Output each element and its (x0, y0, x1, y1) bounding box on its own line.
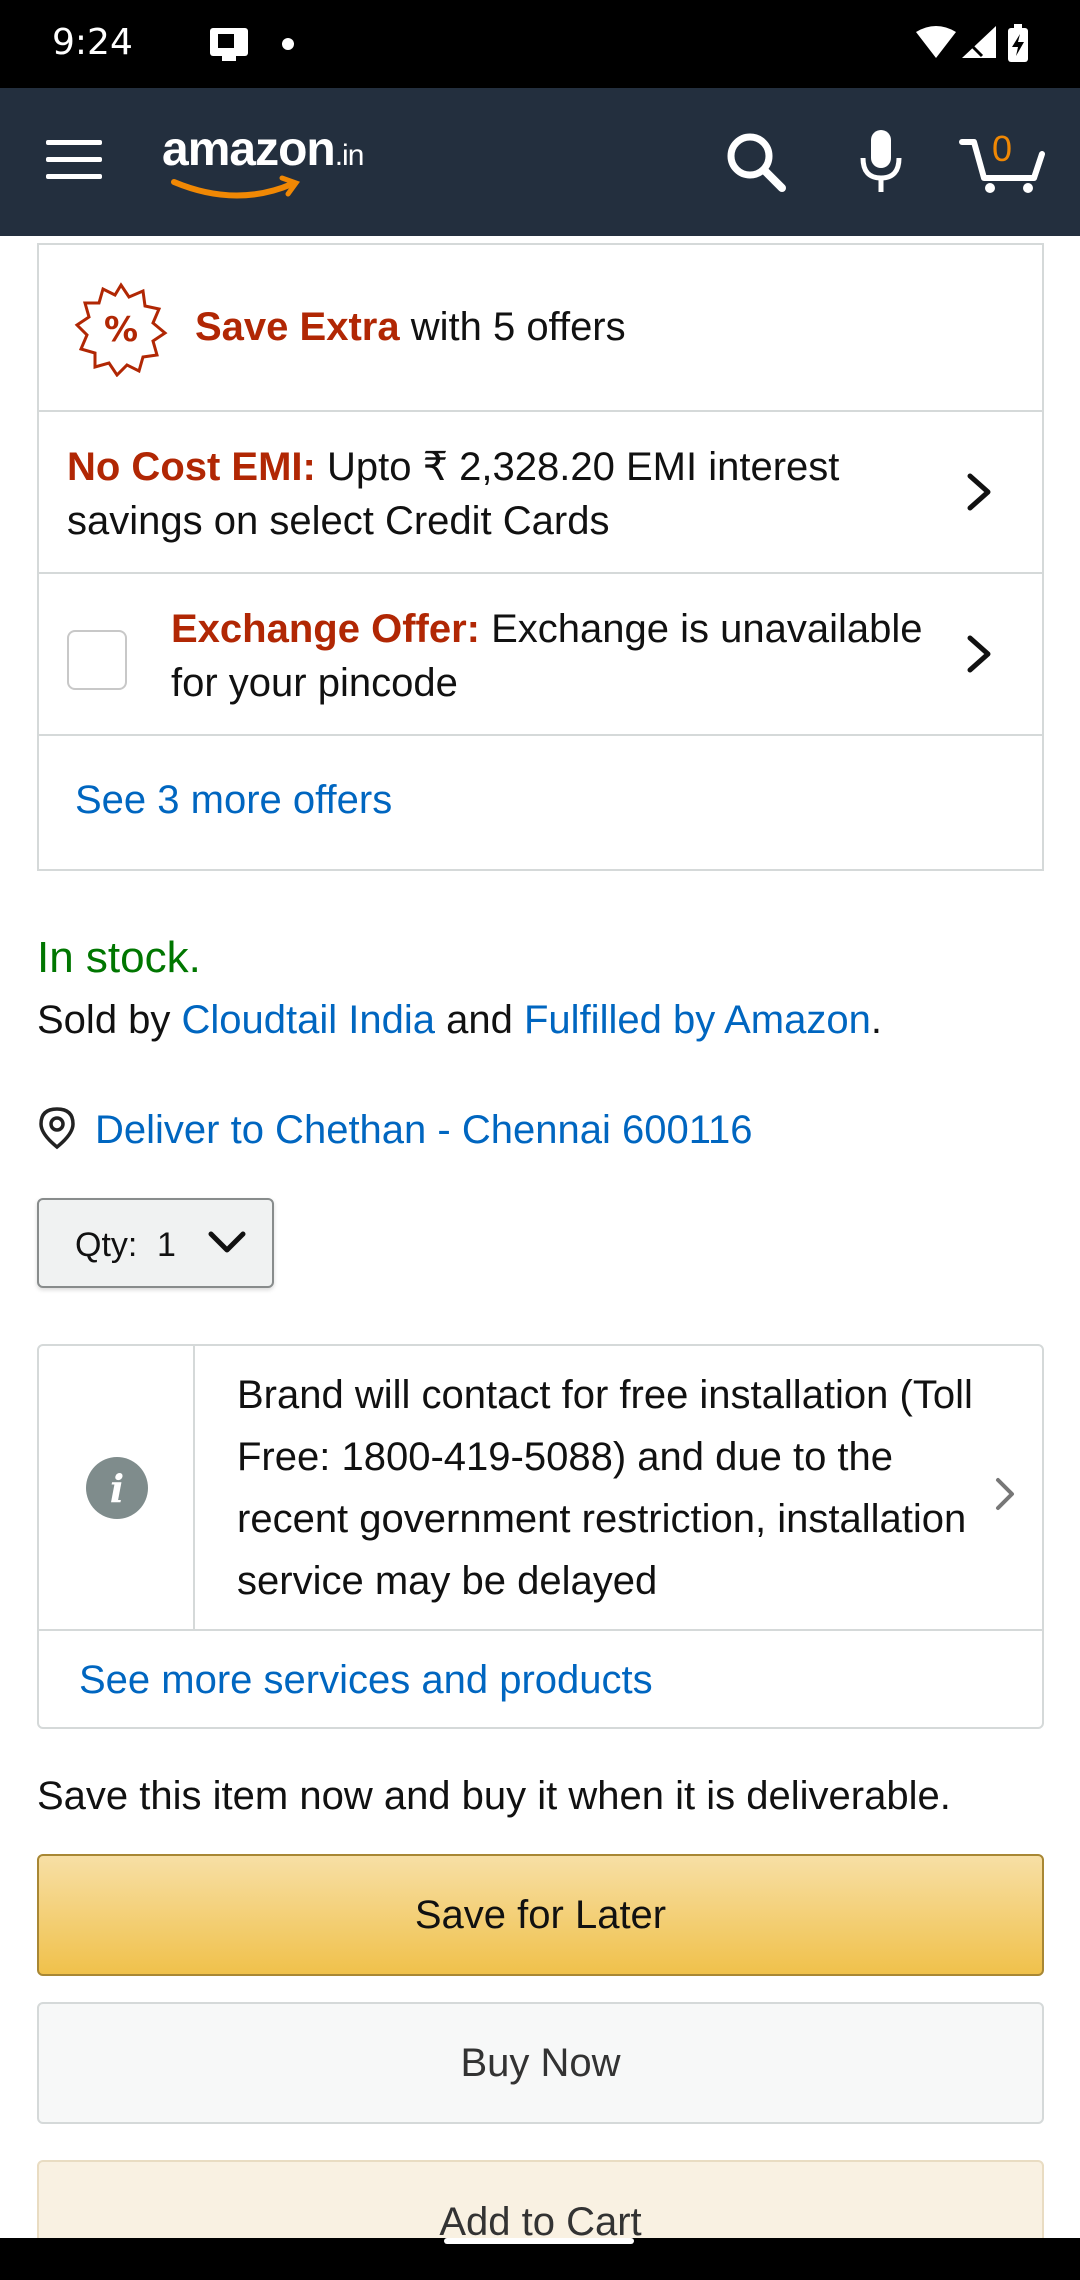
deliver-to-text[interactable]: Deliver to Chethan - Chennai 600116 (95, 1108, 752, 1153)
offers-panel: % Save Extra with 5 offers No Cost EMI: … (37, 243, 1044, 871)
status-time: 9:24 (52, 22, 133, 63)
chevron-right-icon (967, 473, 991, 511)
cart-count[interactable]: 0 (992, 128, 1012, 170)
menu-icon[interactable] (46, 140, 102, 184)
logo-text: amazon.in (162, 123, 364, 176)
microphone-icon[interactable] (858, 128, 904, 196)
save-later-note: Save this item now and buy it when it is… (37, 1774, 951, 1818)
exchange-offer-text: Exchange Offer: Exchange is unavailable … (171, 607, 923, 705)
stock-status: In stock. (37, 933, 201, 982)
save-for-later-button[interactable]: Save for Later (37, 1854, 1044, 1976)
installation-info-cell: i (39, 1346, 195, 1629)
see-more-offers-row[interactable]: See 3 more offers (39, 736, 1042, 871)
exchange-checkbox[interactable] (67, 630, 127, 690)
save-extra-text: Save Extra with 5 offers (195, 305, 626, 349)
search-icon[interactable] (722, 128, 790, 196)
see-more-services-link[interactable]: See more services and products (79, 1658, 653, 1703)
svg-text:i: i (110, 1466, 124, 1511)
quantity-dropdown[interactable]: Qty: 1 (37, 1198, 274, 1288)
emi-offer-text: No Cost EMI: Upto ₹ 2,328.20 EMI interes… (67, 445, 840, 543)
home-gesture-bar[interactable] (444, 2238, 634, 2244)
divider (39, 1629, 1042, 1631)
amazon-logo[interactable]: amazon.in (162, 122, 402, 202)
discount-badge-icon: % (74, 282, 168, 377)
no-cost-emi-row[interactable]: No Cost EMI: Upto ₹ 2,328.20 EMI interes… (39, 412, 1042, 574)
chevron-down-icon (208, 1231, 246, 1253)
status-indicators-icon (916, 24, 1028, 62)
system-nav-bar (0, 2238, 1080, 2280)
installation-text[interactable]: Brand will contact for free installation… (237, 1364, 1007, 1612)
see-more-offers-link[interactable]: See 3 more offers (75, 778, 392, 823)
installation-panel: i Brand will contact for free installati… (37, 1344, 1044, 1729)
notification-dot-icon (282, 38, 294, 50)
save-extra-row[interactable]: % Save Extra with 5 offers (39, 245, 1042, 412)
seller-info: Sold by Cloudtail India and Fulfilled by… (37, 998, 882, 1042)
status-bar: 9:24 (0, 0, 1080, 88)
info-icon: i (86, 1457, 148, 1519)
chevron-right-icon[interactable] (994, 1476, 1016, 1512)
svg-text:%: % (104, 310, 138, 350)
fulfilled-link[interactable]: Fulfilled by Amazon (524, 998, 871, 1042)
top-nav-bar: amazon.in 0 (0, 88, 1080, 236)
quantity-value: 1 (157, 1226, 176, 1264)
screencast-icon (210, 28, 248, 61)
location-pin-icon (39, 1107, 75, 1150)
exchange-offer-row[interactable]: Exchange Offer: Exchange is unavailable … (39, 574, 1042, 736)
logo-smile-icon (171, 175, 300, 199)
chevron-right-icon (967, 635, 991, 673)
buy-now-button[interactable]: Buy Now (37, 2002, 1044, 2124)
seller-link[interactable]: Cloudtail India (182, 998, 436, 1042)
quantity-label: Qty: (75, 1226, 138, 1264)
